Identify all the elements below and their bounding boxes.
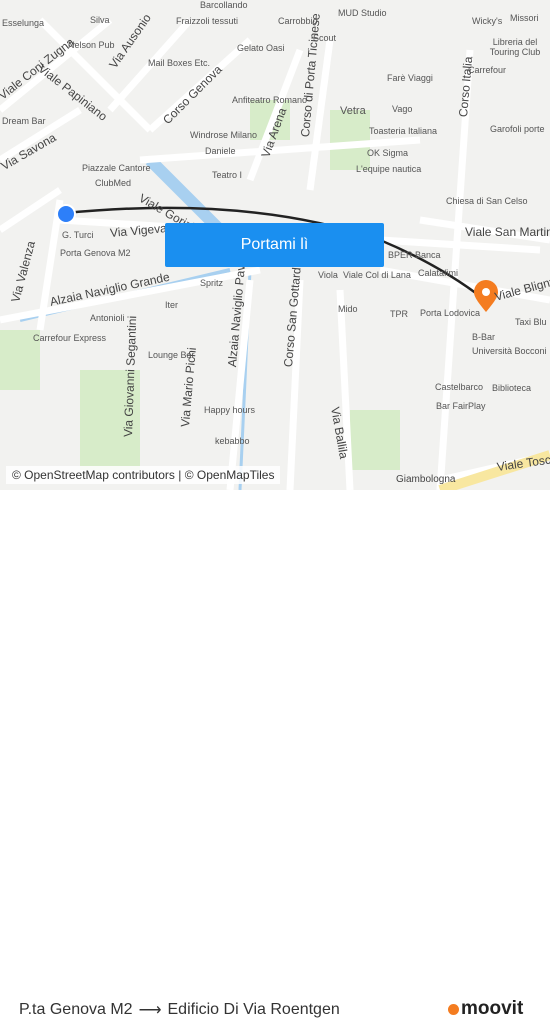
poi-label: Libreria del Touring Club bbox=[489, 37, 541, 57]
poi-label: Windrose Milano bbox=[190, 130, 258, 140]
poi-label: Happy hours bbox=[204, 405, 256, 415]
footer-bar: P.ta Genova M2 ⟶ Edificio Di Via Roentge… bbox=[0, 490, 550, 1019]
poi-label: TPR bbox=[390, 309, 408, 319]
poi-label: L'equipe nautica bbox=[356, 164, 422, 174]
poi-label: Chiesa di San Celso bbox=[446, 196, 528, 206]
poi-label: G. Turci bbox=[62, 230, 94, 240]
poi-label: Carrobbio bbox=[278, 16, 318, 26]
map[interactable]: Viale Coni Zugna Viale Papiniano Via Sav… bbox=[0, 0, 550, 490]
poi-label: Mail Boxes Etc. bbox=[148, 58, 211, 68]
poi-label: Carrefour bbox=[468, 65, 507, 75]
poi-label: Garofoli porte bbox=[490, 124, 545, 134]
street-label: Viale San Martino bbox=[465, 225, 550, 239]
route-summary: P.ta Genova M2 ⟶ Edificio Di Via Roentge… bbox=[19, 1000, 340, 1020]
origin-name: P.ta Genova M2 bbox=[19, 1001, 133, 1018]
poi-label: Wicky's bbox=[472, 16, 503, 26]
map-attribution[interactable]: © OpenStreetMap contributors | © OpenMap… bbox=[6, 466, 281, 484]
poi-label: Porta Lodovica bbox=[420, 308, 481, 318]
poi-label: Antonioli bbox=[90, 313, 125, 323]
poi-label: OK Sigma bbox=[367, 148, 409, 158]
poi-label: Dream Bar bbox=[2, 116, 46, 126]
poi-label: Calatafimi bbox=[418, 268, 459, 278]
poi-label: Biblioteca bbox=[492, 383, 532, 393]
poi-label: MUD Studio bbox=[338, 8, 387, 18]
moovit-pin-icon bbox=[448, 1003, 459, 1015]
poi-label: Mido bbox=[338, 304, 358, 314]
poi-label: Porta Genova M2 bbox=[60, 248, 131, 258]
poi-label: Giambologna bbox=[396, 474, 456, 485]
poi-label: BPER Banca bbox=[388, 250, 441, 260]
poi-label: kebabbo bbox=[215, 436, 250, 446]
poi-label: Gelato Oasi bbox=[237, 43, 285, 53]
poi-label: Vetra bbox=[340, 105, 366, 117]
poi-label: B-Bar bbox=[472, 332, 496, 342]
poi-label: Teatro I bbox=[212, 170, 243, 180]
arrow-right-icon: ⟶ bbox=[138, 1002, 162, 1019]
poi-label: Iter bbox=[165, 300, 179, 310]
take-me-there-button[interactable]: Portami lì bbox=[165, 223, 384, 267]
origin-marker bbox=[56, 204, 76, 224]
poi-label: Spritz bbox=[200, 278, 224, 288]
street-label: Viale Col di Lana bbox=[343, 270, 411, 280]
poi-label: Piazzale Cantore bbox=[82, 163, 151, 173]
poi-label: Daniele bbox=[205, 146, 236, 156]
moovit-logo: moovit bbox=[448, 998, 523, 1020]
poi-label: Anfiteatro Romano bbox=[232, 95, 308, 105]
poi-label: Fraizzoli tessuti bbox=[176, 16, 239, 26]
poi-label: Missori bbox=[510, 13, 539, 23]
poi-label: Barcollando bbox=[200, 0, 248, 10]
poi-label: Vago bbox=[392, 104, 413, 114]
poi-label: Carrefour Express bbox=[33, 333, 107, 343]
poi-label: Esselunga bbox=[2, 18, 45, 28]
destination-name: Edificio Di Via Roentgen bbox=[167, 1001, 340, 1018]
poi-label: Viola bbox=[318, 270, 338, 280]
poi-label: Taxi Blu bbox=[515, 317, 547, 327]
poi-label: Silva bbox=[90, 15, 110, 25]
poi-label: Castelbarco bbox=[435, 382, 484, 392]
poi-label: Lounge Bar bbox=[148, 350, 195, 360]
poi-label: Toasteria Italiana bbox=[369, 126, 438, 136]
poi-label: Farè Viaggi bbox=[387, 73, 433, 83]
poi-label: ClubMed bbox=[95, 178, 132, 188]
poi-label: Scout bbox=[313, 33, 337, 43]
poi-label: Bar FairPlay bbox=[436, 401, 486, 411]
poi-label: Nelson Pub bbox=[68, 40, 115, 50]
poi-label: Università Bocconi bbox=[472, 346, 547, 356]
